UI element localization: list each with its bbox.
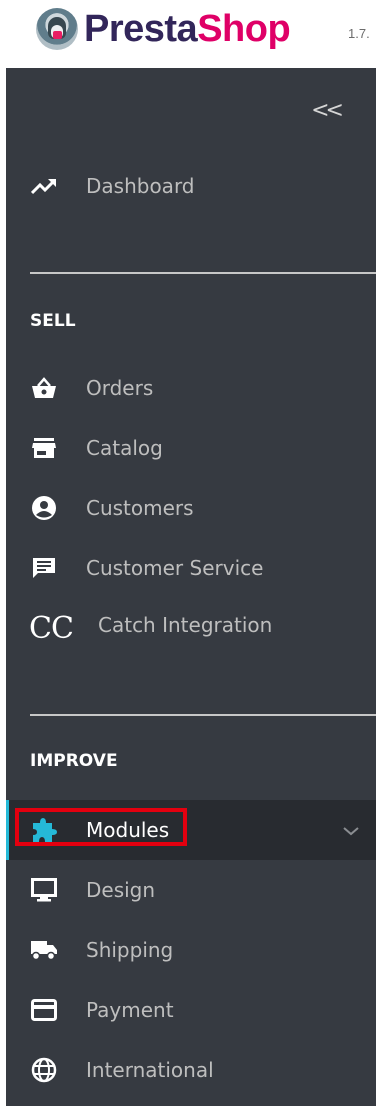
sidebar-item-catalog[interactable]: Catalog [6, 422, 376, 474]
header: PrestaShop 1.7. [0, 0, 376, 68]
sidebar-item-shipping[interactable]: Shipping [6, 924, 376, 976]
prestashop-logo-icon[interactable] [36, 8, 78, 50]
sidebar-item-label: Orders [86, 376, 154, 400]
brand-part1: Presta [84, 8, 198, 50]
sidebar-item-label: International [86, 1058, 214, 1082]
account-circle-icon [30, 494, 58, 522]
divider [30, 272, 376, 274]
brand-part2: Shop [197, 8, 291, 50]
desktop-icon [30, 876, 58, 904]
divider [30, 714, 376, 716]
credit-card-icon [30, 996, 58, 1024]
sidebar-item-modules[interactable]: Modules [6, 800, 376, 860]
sidebar-item-label: Dashboard [86, 174, 195, 198]
sidebar-item-label: Catch Integration [98, 612, 273, 637]
sidebar-item-label: Customers [86, 496, 194, 520]
sidebar-item-label: Payment [86, 998, 174, 1022]
sidebar-item-payment[interactable]: Payment [6, 984, 376, 1036]
sidebar-item-label: Catalog [86, 436, 163, 460]
cc-icon: CC [29, 610, 74, 646]
section-title-sell: SELL [30, 311, 76, 331]
sidebar-item-catch-integration[interactable]: CC Catch Integration [6, 602, 376, 654]
sidebar-item-international[interactable]: International [6, 1044, 376, 1096]
brand-name[interactable]: PrestaShop [84, 6, 291, 52]
collapse-sidebar-button[interactable]: << [311, 98, 344, 123]
section-title-improve: IMPROVE [30, 751, 118, 771]
sidebar-item-customers[interactable]: Customers [6, 482, 376, 534]
sidebar: << Dashboard SELL Orders Catalog Custome… [6, 68, 376, 1106]
sidebar-item-design[interactable]: Design [6, 864, 376, 916]
sidebar-item-label: Customer Service [86, 556, 264, 580]
sidebar-item-dashboard[interactable]: Dashboard [6, 160, 376, 212]
trending-up-icon [30, 172, 58, 200]
version-label: 1.7. [348, 26, 370, 41]
sidebar-item-orders[interactable]: Orders [6, 362, 376, 414]
highlight-box [15, 808, 187, 846]
chat-icon [30, 554, 58, 582]
chevron-down-icon[interactable] [342, 824, 360, 836]
globe-icon [30, 1056, 58, 1084]
store-icon [30, 434, 58, 462]
sidebar-item-label: Shipping [86, 938, 174, 962]
truck-icon [30, 936, 58, 964]
shopping-basket-icon [30, 374, 58, 402]
sidebar-item-label: Design [86, 878, 156, 902]
sidebar-item-customer-service[interactable]: Customer Service [6, 542, 376, 594]
